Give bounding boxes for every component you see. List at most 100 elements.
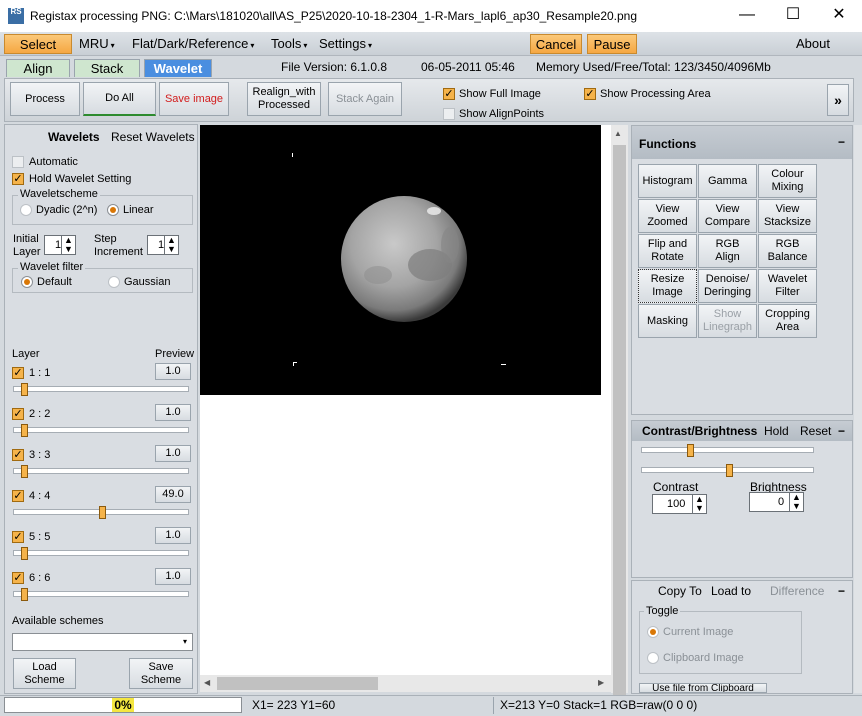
layer-enable-checkbox[interactable]: ✓: [12, 408, 24, 420]
menu-about[interactable]: About: [792, 34, 834, 54]
function-button[interactable]: RGB Balance: [758, 234, 817, 268]
automatic-checkbox[interactable]: [12, 156, 24, 168]
save-image-button[interactable]: Save image: [159, 82, 229, 116]
layer-enable-checkbox[interactable]: ✓: [12, 367, 24, 379]
default-filter-radio[interactable]: [21, 276, 33, 288]
layer-slider-thumb[interactable]: [21, 465, 28, 478]
copy-to-button[interactable]: Copy To: [658, 584, 702, 598]
load-scheme-button[interactable]: Load Scheme: [13, 658, 76, 689]
load-to-button[interactable]: Load to: [711, 584, 751, 598]
waveletscheme-title: Waveletscheme: [18, 188, 100, 200]
function-button[interactable]: Cropping Area: [758, 304, 817, 338]
layer-slider-thumb[interactable]: [21, 547, 28, 560]
menu-flat-dark-reference[interactable]: Flat/Dark/Reference ▾: [128, 34, 258, 54]
layer-preview-value[interactable]: 1.0: [155, 363, 191, 380]
pause-button[interactable]: Pause: [587, 34, 637, 54]
do-all-button[interactable]: Do All: [83, 82, 156, 116]
collapse-icon[interactable]: −: [838, 584, 845, 598]
layer-preview-value[interactable]: 1.0: [155, 568, 191, 585]
layer-preview-value[interactable]: 1.0: [155, 445, 191, 462]
collapse-icon[interactable]: −: [838, 424, 845, 438]
tab-align[interactable]: Align: [6, 59, 70, 77]
function-button[interactable]: Show Linegraph: [698, 304, 757, 338]
contrast-stepper[interactable]: 100 ▲ ▼: [652, 494, 707, 514]
function-button[interactable]: View Stacksize: [758, 199, 817, 233]
brightness-slider-thumb[interactable]: [725, 464, 733, 477]
tab-stack[interactable]: Stack: [74, 59, 140, 77]
layer-slider-thumb[interactable]: [21, 383, 28, 396]
file-version: File Version: 6.1.0.8: [281, 60, 388, 74]
expand-toolbar-button[interactable]: »: [827, 84, 849, 116]
function-button[interactable]: Masking: [638, 304, 697, 338]
layer-enable-checkbox[interactable]: ✓: [12, 531, 24, 543]
layer-preview-value[interactable]: 49.0: [155, 486, 191, 503]
layer-enable-checkbox[interactable]: ✓: [12, 490, 24, 502]
menu-mru[interactable]: MRU ▾: [75, 34, 119, 54]
layer-slider-track[interactable]: [13, 468, 189, 474]
contrast-slider-track[interactable]: [641, 447, 814, 453]
function-button[interactable]: Colour Mixing: [758, 164, 817, 198]
function-button[interactable]: Resize Image: [638, 269, 697, 303]
dyadic-radio[interactable]: [20, 204, 32, 216]
layer-preview-value[interactable]: 1.0: [155, 527, 191, 544]
layer-slider-track[interactable]: [13, 550, 189, 556]
layer-enable-checkbox[interactable]: ✓: [12, 449, 24, 461]
function-button[interactable]: RGB Align: [698, 234, 757, 268]
layer-enable-checkbox[interactable]: ✓: [12, 572, 24, 584]
reset-wavelets-button[interactable]: Reset Wavelets: [111, 130, 195, 144]
layer-preview-value[interactable]: 1.0: [155, 404, 191, 421]
layer-slider-track[interactable]: [13, 591, 189, 597]
show-processing-area-checkbox[interactable]: ✓: [584, 88, 596, 100]
spin-arrows-icon: ▲ ▼: [692, 495, 706, 513]
brightness-stepper[interactable]: 0 ▲ ▼: [749, 492, 804, 512]
function-button[interactable]: Wavelet Filter: [758, 269, 817, 303]
contrast-reset-button[interactable]: Reset: [800, 424, 831, 438]
function-button[interactable]: Denoise/Deringing: [698, 269, 757, 303]
function-button[interactable]: View Compare: [698, 199, 757, 233]
layer-slider-thumb[interactable]: [99, 506, 106, 519]
save-scheme-button[interactable]: Save Scheme: [129, 658, 193, 689]
layer-slider-track[interactable]: [13, 427, 189, 433]
realign-with-processed-button[interactable]: Realign_with Processed: [247, 82, 321, 116]
tab-wavelet[interactable]: Wavelet: [144, 59, 212, 77]
process-button[interactable]: Process: [10, 82, 80, 116]
menu-tools[interactable]: Tools ▾: [267, 34, 311, 54]
show-alignpoints-checkbox[interactable]: [443, 108, 455, 120]
menu-select[interactable]: Select: [4, 34, 72, 54]
gaussian-filter-radio[interactable]: [108, 276, 120, 288]
schemes-dropdown[interactable]: ▾: [12, 633, 193, 651]
vertical-scroll-thumb[interactable]: [613, 145, 626, 710]
layer-slider-track[interactable]: [13, 386, 189, 392]
show-full-image-checkbox[interactable]: ✓: [443, 88, 455, 100]
function-button[interactable]: Flip and Rotate: [638, 234, 697, 268]
difference-button[interactable]: Difference: [770, 584, 824, 598]
layer-label: 6 : 6: [29, 572, 51, 584]
maximize-button[interactable]: ☐: [770, 0, 816, 32]
memory-status: Memory Used/Free/Total: 123/3450/4096Mb: [536, 60, 771, 74]
initial-layer-stepper[interactable]: 1 ▲ ▼: [44, 235, 76, 255]
contrast-slider-thumb[interactable]: [687, 444, 695, 457]
minimize-button[interactable]: —: [724, 0, 770, 32]
horizontal-scroll-thumb[interactable]: [217, 677, 378, 690]
image-horizontal-scrollbar[interactable]: ◀ ▶: [200, 675, 611, 692]
collapse-icon[interactable]: −: [838, 135, 845, 149]
mars-image[interactable]: [200, 125, 601, 395]
current-image-radio[interactable]: [647, 626, 659, 638]
contrast-hold-button[interactable]: Hold: [764, 424, 789, 438]
stack-again-button[interactable]: Stack Again: [328, 82, 402, 116]
image-vertical-scrollbar[interactable]: ▲: [611, 125, 628, 710]
linear-radio[interactable]: [107, 204, 119, 216]
clipboard-image-radio[interactable]: [647, 652, 659, 664]
clipboard-image-label: Clipboard Image: [663, 652, 744, 664]
layer-slider-thumb[interactable]: [21, 588, 28, 601]
layer-slider-thumb[interactable]: [21, 424, 28, 437]
function-button[interactable]: Histogram: [638, 164, 697, 198]
hold-wavelet-setting-checkbox[interactable]: ✓: [12, 173, 24, 185]
step-increment-stepper[interactable]: 1 ▲ ▼: [147, 235, 179, 255]
use-file-from-clipboard-button[interactable]: Use file from Clipboard: [639, 683, 767, 693]
function-button[interactable]: Gamma: [698, 164, 757, 198]
menu-settings[interactable]: Settings ▾: [315, 34, 376, 54]
cancel-button[interactable]: Cancel: [530, 34, 582, 54]
close-button[interactable]: ✕: [816, 0, 862, 32]
function-button[interactable]: View Zoomed: [638, 199, 697, 233]
